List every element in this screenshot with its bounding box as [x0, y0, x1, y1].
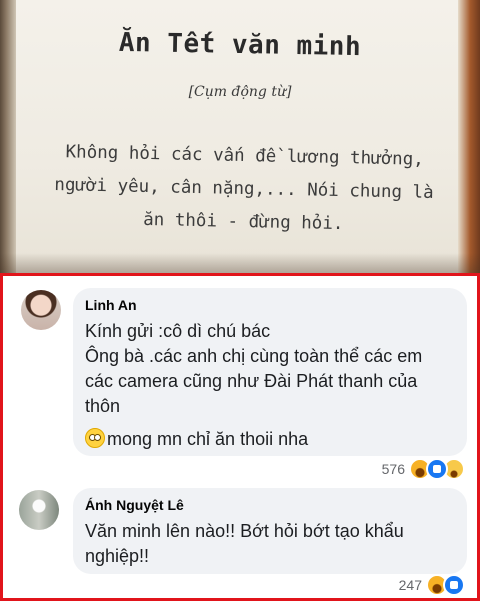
comment-text: mong mn chỉ ăn thoii nha [107, 429, 309, 449]
avatar[interactable] [21, 290, 61, 330]
book-title: Ăn Tết văn minh [118, 27, 362, 63]
comment-text-line: Kính gửi :cô dì chú bác [85, 321, 271, 341]
comment-bubble[interactable]: Ánh Nguyệt Lê Văn minh lên nào!! Bớt hỏi… [73, 488, 467, 574]
avatar[interactable] [19, 490, 59, 530]
rolling-eyes-emoji-icon [85, 428, 105, 448]
comment-author[interactable]: Linh An [85, 297, 453, 313]
like-reaction-icon [443, 574, 465, 596]
book-shadow [0, 253, 480, 273]
comments-panel: Linh An Kính gửi :cô dì chú bác Ông bà .… [0, 273, 480, 601]
reaction-icons [426, 574, 465, 596]
comment-author[interactable]: Ánh Nguyệt Lê [85, 497, 453, 513]
comment-text-line: Ông bà .các anh chị cùng toàn thể các em… [85, 346, 423, 416]
reaction-summary[interactable]: 247 [399, 574, 465, 596]
like-reaction-icon [426, 458, 448, 480]
reaction-count: 576 [381, 461, 405, 477]
book-definition-text: Không hỏi các vấn đề lương thưởng, người… [54, 142, 434, 235]
book-page-photo: Ăn Tết văn minh [Cụm động từ] Không hỏi … [0, 0, 480, 273]
comment-emoji-line: mong mn chỉ ăn thoii nha [85, 427, 453, 452]
reaction-count: 247 [398, 577, 422, 593]
reaction-summary[interactable]: 576 [382, 458, 465, 480]
book-subtitle: [Cụm động từ] [188, 84, 292, 100]
reaction-icons [409, 458, 465, 480]
comment-bubble[interactable]: Linh An Kính gửi :cô dì chú bác Ông bà .… [73, 288, 467, 456]
comment-text-line: Văn minh lên nào!! Bớt hỏi bớt tạo khẩu … [85, 521, 404, 566]
